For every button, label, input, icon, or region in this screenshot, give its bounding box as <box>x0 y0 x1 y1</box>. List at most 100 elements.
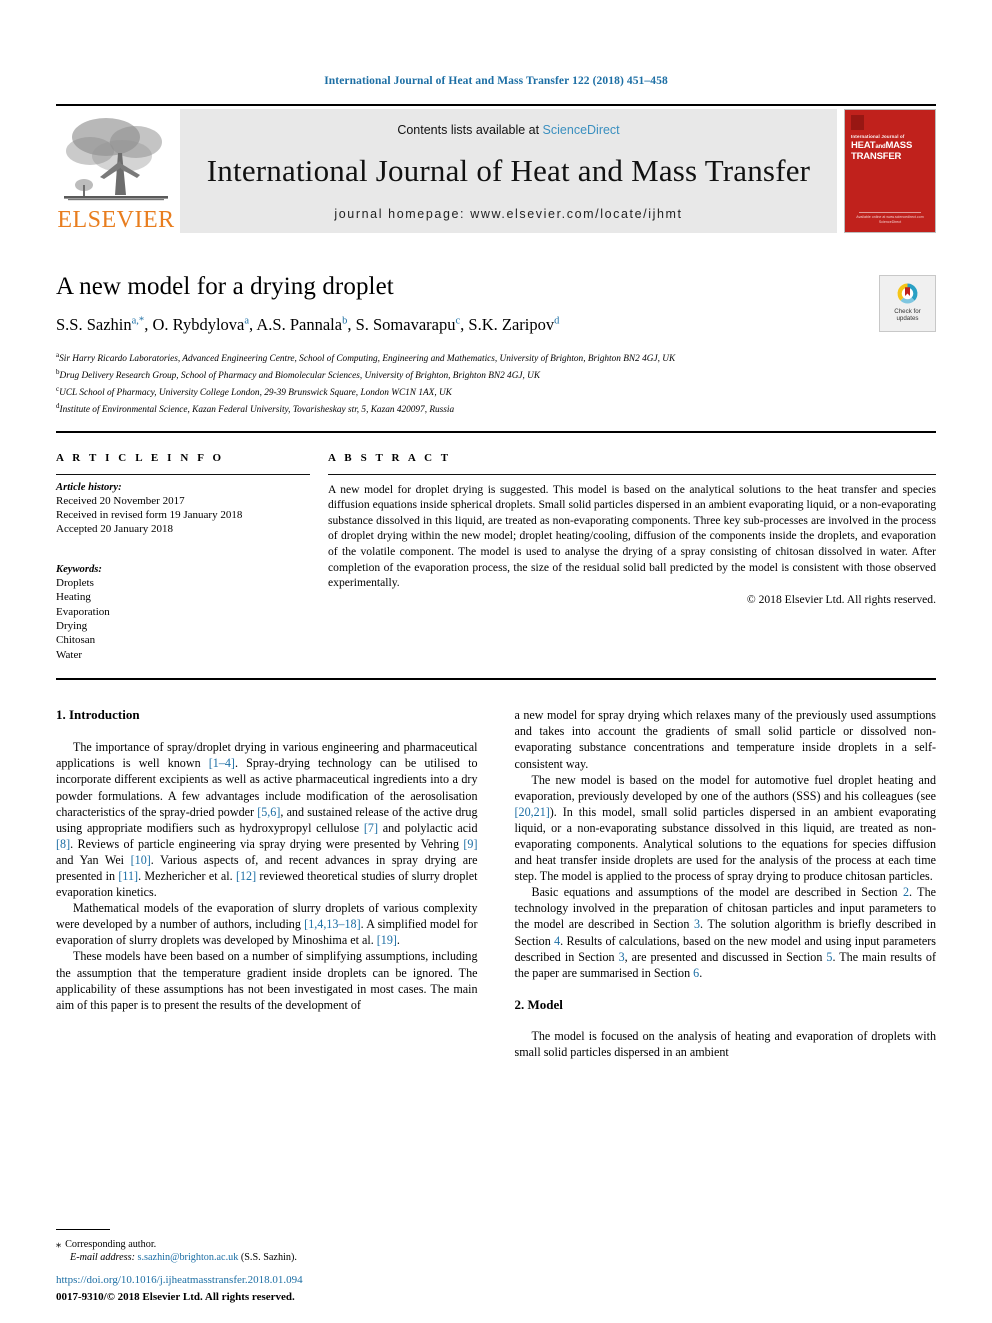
abstract-divider <box>328 473 936 475</box>
article-history-item: Accepted 20 January 2018 <box>56 523 173 536</box>
copyright-line: © 2018 Elsevier Ltd. All rights reserved… <box>746 592 936 606</box>
journal-masthead: ELSEVIER Contents lists available at Sci… <box>56 104 936 240</box>
journal-band: Contents lists available at ScienceDirec… <box>180 109 837 233</box>
intro-paragraph-6: Basic equations and assumptions of the m… <box>514 885 937 980</box>
affiliation-text: Sir Harry Ricardo Laboratories, Advanced… <box>59 354 676 365</box>
affiliation-text: UCL School of Pharmacy, University Colle… <box>59 387 452 398</box>
email-link[interactable]: s.sazhin@brighton.ac.uk <box>138 1252 239 1263</box>
cover-line1c: MASS <box>885 140 913 151</box>
author-list: S.S. Sazhina,*, O. Rybdylovaa, A.S. Pann… <box>56 315 560 334</box>
running-head: International Journal of Heat and Mass T… <box>324 75 668 87</box>
affiliation-item: cUCL School of Pharmacy, University Coll… <box>56 383 936 400</box>
journal-cover-thumbnail: International Journal of HEATandMASS TRA… <box>844 109 936 233</box>
author-name: A.S. Pannala <box>256 315 343 334</box>
crossmark-badge[interactable]: Check for updates <box>879 275 936 332</box>
author-name: S.K. Zaripov <box>468 315 555 334</box>
title-block: A new model for a drying droplet S.S. Sa… <box>56 273 936 417</box>
journal-title: International Journal of Heat and Mass T… <box>206 153 811 188</box>
email-label: E-mail address: <box>70 1252 135 1264</box>
cover-footer-line1: Available online at www.sciencedirect.co… <box>856 215 924 219</box>
doi-link[interactable]: https://doi.org/10.1016/j.ijheatmasstran… <box>56 1273 486 1287</box>
crossmark-label: Check for updates <box>894 308 920 322</box>
affiliation-item: dInstitute of Environmental Science, Kaz… <box>56 400 936 417</box>
cover-title: HEATandMASS TRANSFER <box>851 141 912 162</box>
author-entry: S. Somavarapuc <box>356 315 461 334</box>
affiliation-item: aSir Harry Ricardo Laboratories, Advance… <box>56 349 936 366</box>
author-entry: S.K. Zaripovd <box>468 315 559 334</box>
author-affil-mark[interactable]: b <box>342 316 347 327</box>
model-paragraph-1: The model is focused on the analysis of … <box>514 1028 937 1059</box>
intro-paragraph-5: The new model is based on the model for … <box>514 772 937 884</box>
info-abstract-block: A R T I C L E I N F O Article history: R… <box>56 430 936 663</box>
elsevier-logo: ELSEVIER <box>56 109 176 232</box>
affiliation-list: aSir Harry Ricardo Laboratories, Advance… <box>56 349 936 417</box>
author-name: S. Somavarapu <box>355 315 456 334</box>
author-affil-mark[interactable]: a <box>244 316 249 327</box>
abstract-text: A new model for droplet drying is sugges… <box>328 482 936 590</box>
author-entry: O. Rybdylovaa <box>152 315 249 334</box>
crossmark-line2: updates <box>896 315 919 322</box>
sciencedirect-link[interactable]: ScienceDirect <box>543 123 620 137</box>
keywords-block: Keywords: Droplets Heating Evaporation D… <box>56 564 310 662</box>
elsevier-wordmark: ELSEVIER <box>57 207 175 233</box>
author-entry: A.S. Pannalab <box>256 315 347 334</box>
author-affil-mark[interactable]: d <box>554 316 559 327</box>
footnote-divider <box>56 1228 110 1230</box>
cover-superline: International Journal of <box>851 134 905 139</box>
cover-line2: TRANSFER <box>851 151 902 162</box>
corresponding-author-label: Corresponding author. <box>65 1238 157 1250</box>
cover-divider <box>859 212 921 213</box>
section-heading-model: 2. Model <box>514 996 563 1012</box>
journal-homepage[interactable]: journal homepage: www.elsevier.com/locat… <box>334 207 682 221</box>
cover-elsevier-mark-icon <box>851 115 864 130</box>
contents-lists-line: Contents lists available at ScienceDirec… <box>397 123 619 137</box>
footnote-block: ⁎ Corresponding author. E-mail address: s… <box>56 1228 476 1265</box>
corresponding-author-line: ⁎ Corresponding author. <box>56 1238 476 1252</box>
article-history-label: Article history: <box>56 481 122 493</box>
body-columns: 1. Introduction The importance of spray/… <box>56 707 936 1060</box>
right-column: a new model for spray drying which relax… <box>515 707 937 1060</box>
affiliation-text: Drug Delivery Research Group, School of … <box>59 370 541 381</box>
left-column: 1. Introduction The importance of spray/… <box>56 707 478 1060</box>
article-info-label: A R T I C L E I N F O <box>56 451 225 464</box>
paper-page: International Journal of Heat and Mass T… <box>0 0 992 1323</box>
crossmark-icon <box>897 283 918 304</box>
section-heading-introduction: 1. Introduction <box>56 707 140 723</box>
author-affil-mark[interactable]: c <box>455 316 460 327</box>
contents-prefix: Contents lists available at <box>397 123 543 137</box>
keyword-item: Chitosan <box>56 634 96 647</box>
author-affil-mark[interactable]: a,* <box>132 316 145 327</box>
intro-paragraph-2: Mathematical models of the evaporation o… <box>56 901 478 948</box>
article-info-divider <box>56 473 310 475</box>
cover-footer: Available online at www.sciencedirect.co… <box>845 215 935 225</box>
keyword-item: Drying <box>56 620 88 632</box>
author-name: S.S. Sazhin <box>56 315 132 334</box>
affiliation-item: bDrug Delivery Research Group, School of… <box>56 366 936 383</box>
affiliation-text: Institute of Environmental Science, Kaza… <box>59 404 455 415</box>
email-owner: (S.S. Sazhin). <box>240 1252 297 1264</box>
abstract-label: A B S T R A C T <box>328 451 452 464</box>
author-name: O. Rybdylova <box>152 315 245 334</box>
body-top-divider <box>56 678 936 681</box>
keyword-item: Evaporation <box>56 605 110 618</box>
intro-paragraph-4: a new model for spray drying which relax… <box>514 708 937 771</box>
asterisk-icon: ⁎ <box>56 1238 62 1250</box>
keyword-item: Water <box>56 648 82 661</box>
article-info-column: A R T I C L E I N F O Article history: R… <box>56 452 328 663</box>
cover-line1: HEAT <box>851 140 876 151</box>
abstract-column: A B S T R A C T A new model for droplet … <box>328 452 936 663</box>
keyword-item: Heating <box>56 591 91 604</box>
keyword-item: Droplets <box>56 576 94 589</box>
elsevier-tree-icon <box>64 118 168 201</box>
issn-copyright-line: 0017-9310/© 2018 Elsevier Ltd. All right… <box>56 1291 295 1303</box>
keywords-label: Keywords: <box>56 563 102 575</box>
article-history-item: Received 20 November 2017 <box>56 494 185 507</box>
email-line: E-mail address: s.sazhin@brighton.ac.uk … <box>56 1251 476 1265</box>
cover-line1b: and <box>875 144 886 150</box>
crossmark-line1: Check for <box>894 308 921 315</box>
doi-block: https://doi.org/10.1016/j.ijheatmasstran… <box>56 1273 486 1305</box>
author-entry: S.S. Sazhina,* <box>56 315 144 334</box>
intro-paragraph-1: The importance of spray/droplet drying i… <box>56 740 478 900</box>
cover-footer-line2: ScienceDirect <box>878 220 902 224</box>
